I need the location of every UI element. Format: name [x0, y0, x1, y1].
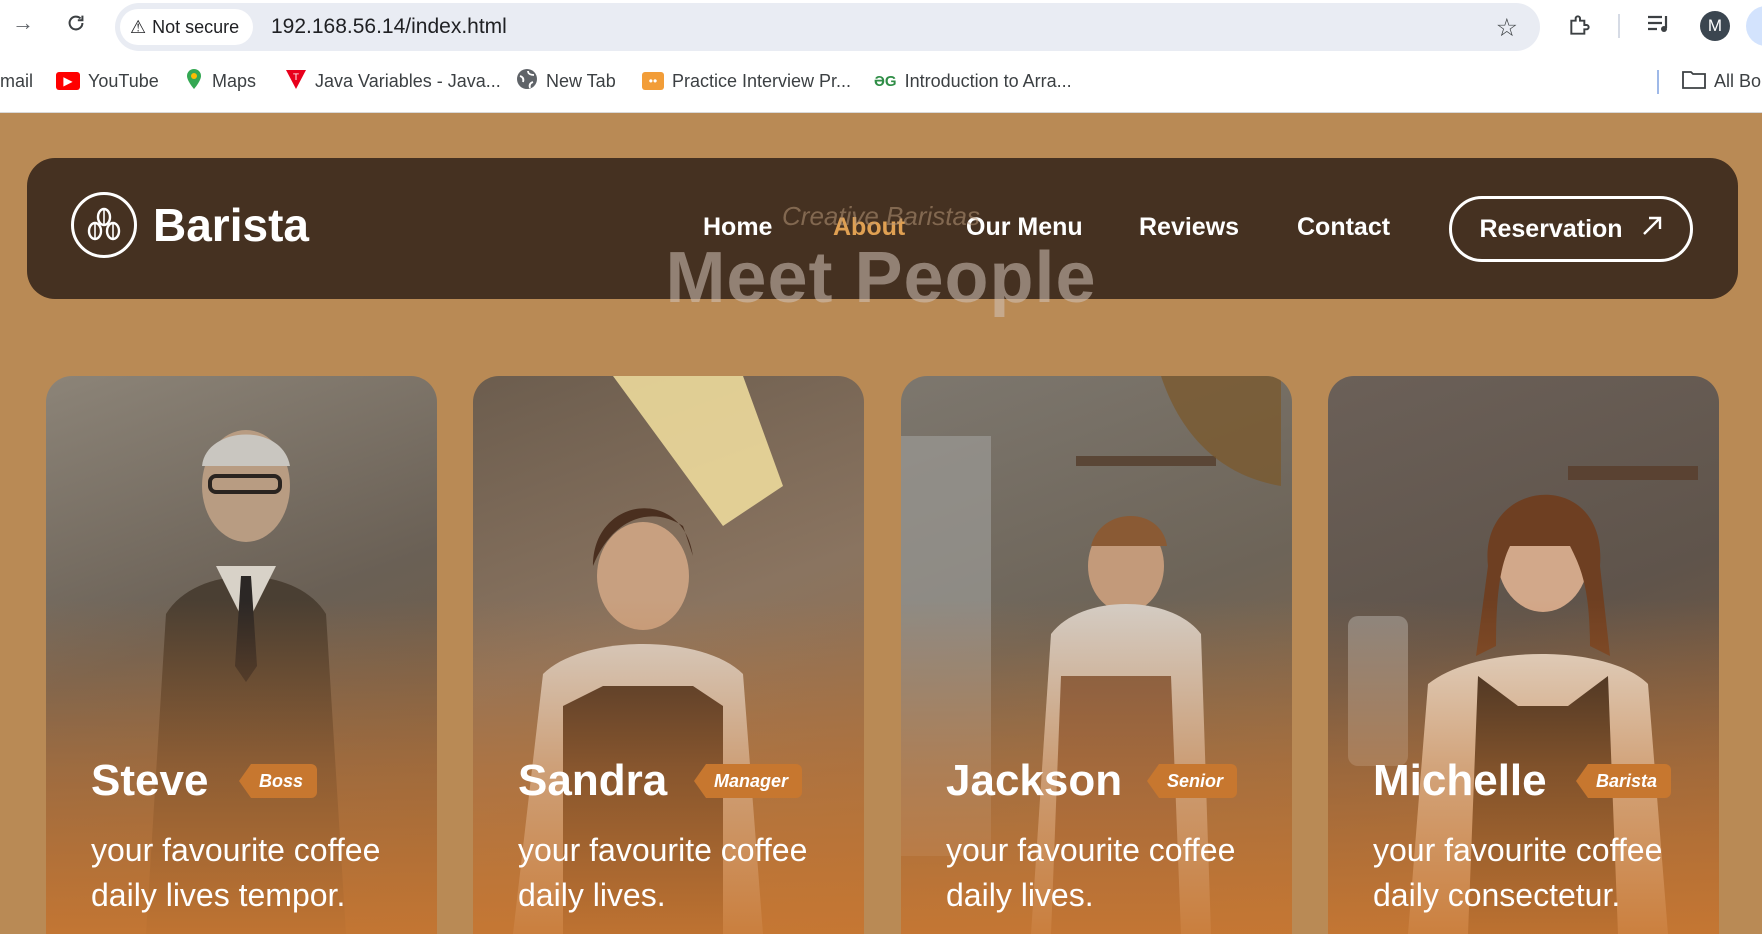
bookmark-label: Java Variables - Java... — [315, 70, 501, 91]
warning-triangle-icon: ⚠ — [130, 16, 147, 37]
gfg-icon: ƏG — [874, 72, 897, 90]
bookmark-all-bookmarks[interactable]: All Bo — [1682, 66, 1761, 96]
bookmark-label: New Tab — [546, 70, 616, 91]
team-card[interactable]: Jackson Senior your favourite coffee dai… — [901, 376, 1292, 934]
browser-chrome: → ⚠ Not secure 192.168.56.14/index.html … — [0, 0, 1762, 113]
tpoint-icon: T — [285, 68, 307, 95]
team-member-description: your favourite coffee daily lives tempor… — [91, 832, 381, 913]
profile-avatar[interactable]: M — [1700, 11, 1730, 41]
svg-text:T: T — [292, 73, 299, 83]
bookmark-new-tab[interactable]: New Tab — [516, 66, 616, 96]
team-member-name: Michelle — [1373, 756, 1547, 805]
codechef-icon: •• — [642, 72, 664, 90]
bookmark-label: mail — [0, 70, 34, 91]
bookmark-practice-interview[interactable]: •• Practice Interview Pr... — [642, 66, 851, 96]
bookmark-label: All Bo — [1714, 70, 1762, 91]
bookmark-label: Introduction to Arra... — [904, 70, 1072, 91]
site-info-chip[interactable]: ⚠ Not secure — [120, 9, 254, 45]
bookmark-intro-arrays[interactable]: ƏG Introduction to Arra... — [874, 66, 1072, 96]
youtube-icon: ▶ — [56, 72, 80, 90]
team-member-name: Steve — [91, 756, 209, 805]
browser-toolbar: → ⚠ Not secure 192.168.56.14/index.html … — [0, 0, 1762, 56]
team-member-description: your favourite coffee daily consectetur. — [1373, 832, 1663, 913]
bookmark-java-variables[interactable]: T Java Variables - Java... — [285, 66, 501, 96]
role-badge: Manager — [694, 764, 803, 798]
team-member-description: your favourite coffee daily lives. — [518, 832, 808, 913]
maps-icon — [184, 68, 204, 95]
bookmark-label: Practice Interview Pr... — [672, 70, 852, 91]
bookmark-gmail[interactable]: mail — [0, 66, 33, 96]
role-badge: Barista — [1576, 764, 1672, 798]
security-label: Not secure — [152, 16, 240, 37]
bookmarks-bar: mail ▶ YouTube Maps T Java Variables - J… — [0, 62, 1762, 100]
team-card[interactable]: Sandra Manager your favourite coffee dai… — [473, 376, 864, 934]
bookmark-star-icon[interactable]: ☆ — [1496, 13, 1518, 43]
media-queue-icon[interactable] — [1646, 12, 1672, 42]
folder-icon — [1682, 69, 1706, 94]
profile-peek[interactable] — [1746, 6, 1762, 46]
bookmark-label: Maps — [212, 70, 257, 91]
bookmark-youtube[interactable]: ▶ YouTube — [56, 66, 159, 96]
section-eyebrow: Creative Baristas — [782, 201, 980, 231]
bookmarks-divider — [1657, 70, 1659, 94]
globe-icon — [516, 68, 538, 95]
team-card[interactable]: Michelle Barista your favourite coffee d… — [1328, 376, 1719, 934]
url-text[interactable]: 192.168.56.14/index.html — [271, 15, 507, 39]
team-member-name: Jackson — [946, 756, 1123, 805]
bookmark-maps[interactable]: Maps — [184, 66, 256, 96]
role-badge: Boss — [239, 764, 318, 798]
address-bar[interactable]: ⚠ Not secure 192.168.56.14/index.html ☆ — [115, 3, 1540, 51]
extensions-puzzle-icon[interactable] — [1567, 12, 1593, 44]
bookmark-label: YouTube — [88, 70, 159, 91]
reload-icon[interactable] — [61, 8, 91, 38]
team-card[interactable]: Steve Boss your favourite coffee daily l… — [46, 376, 437, 934]
forward-arrow-icon[interactable]: → — [8, 8, 38, 38]
toolbar-divider — [1618, 14, 1620, 38]
role-badge: Senior — [1147, 764, 1238, 798]
team-member-name: Sandra — [518, 756, 668, 805]
section-heading: Meet People — [665, 238, 1097, 318]
team-member-description: your favourite coffee daily lives. — [946, 832, 1236, 913]
